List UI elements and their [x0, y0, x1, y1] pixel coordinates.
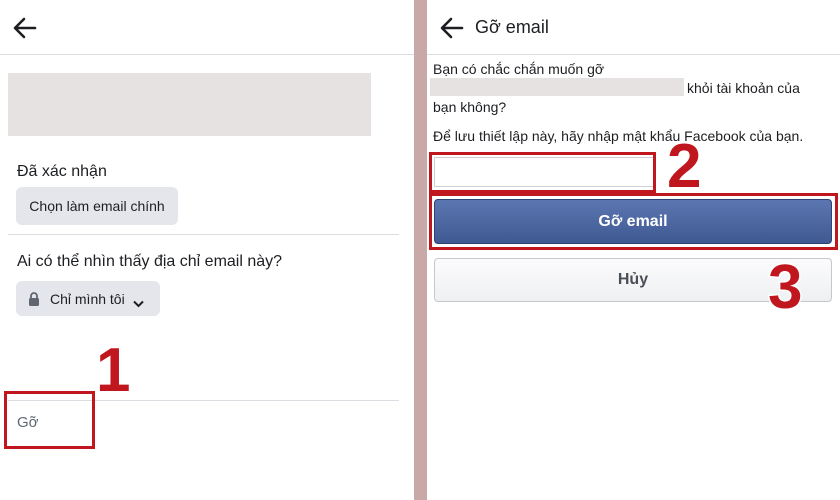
audience-selector[interactable]: Chỉ mình tôi [16, 281, 160, 316]
step-number-3: 3 [766, 253, 804, 322]
step-number-1: 1 [94, 336, 132, 405]
confirm-text-line1: Bạn có chắc chắn muốn gỡ [433, 61, 605, 77]
remove-email-dialog: Gỡ email Bạn có chắc chắn muốn gỡ khỏi t… [427, 0, 840, 500]
page-title: Gỡ email [475, 17, 549, 37]
audience-label: Chỉ mình tôi [50, 290, 125, 307]
confirm-text-line2: khỏi tài khoản của [687, 80, 800, 96]
visibility-question: Ai có thể nhìn thấy địa chỉ email này? [17, 253, 283, 270]
redacted-email-address [8, 73, 371, 136]
divider [8, 400, 399, 401]
back-arrow-icon[interactable] [12, 15, 38, 41]
back-arrow-icon[interactable] [439, 15, 465, 41]
make-primary-email-button[interactable]: Chọn làm email chính [16, 187, 178, 225]
verified-status-label: Đã xác nhận [17, 163, 107, 180]
redacted-email-address [430, 78, 684, 96]
divider [8, 234, 399, 235]
password-prompt: Để lưu thiết lập này, hãy nhập mật khẩu … [433, 128, 804, 144]
password-input[interactable] [434, 157, 654, 187]
top-bar: Gỡ email [427, 0, 840, 55]
confirm-text-line3: bạn không? [433, 99, 507, 115]
step-number-2: 2 [665, 132, 703, 201]
remove-email-link[interactable]: Gỡ [17, 414, 39, 431]
email-settings-panel: Đã xác nhận Chọn làm email chính Ai có t… [0, 0, 414, 500]
remove-email-button[interactable]: Gỡ email [434, 199, 832, 244]
lock-icon [28, 291, 40, 306]
caret-down-icon [132, 295, 144, 307]
top-bar [0, 0, 414, 55]
